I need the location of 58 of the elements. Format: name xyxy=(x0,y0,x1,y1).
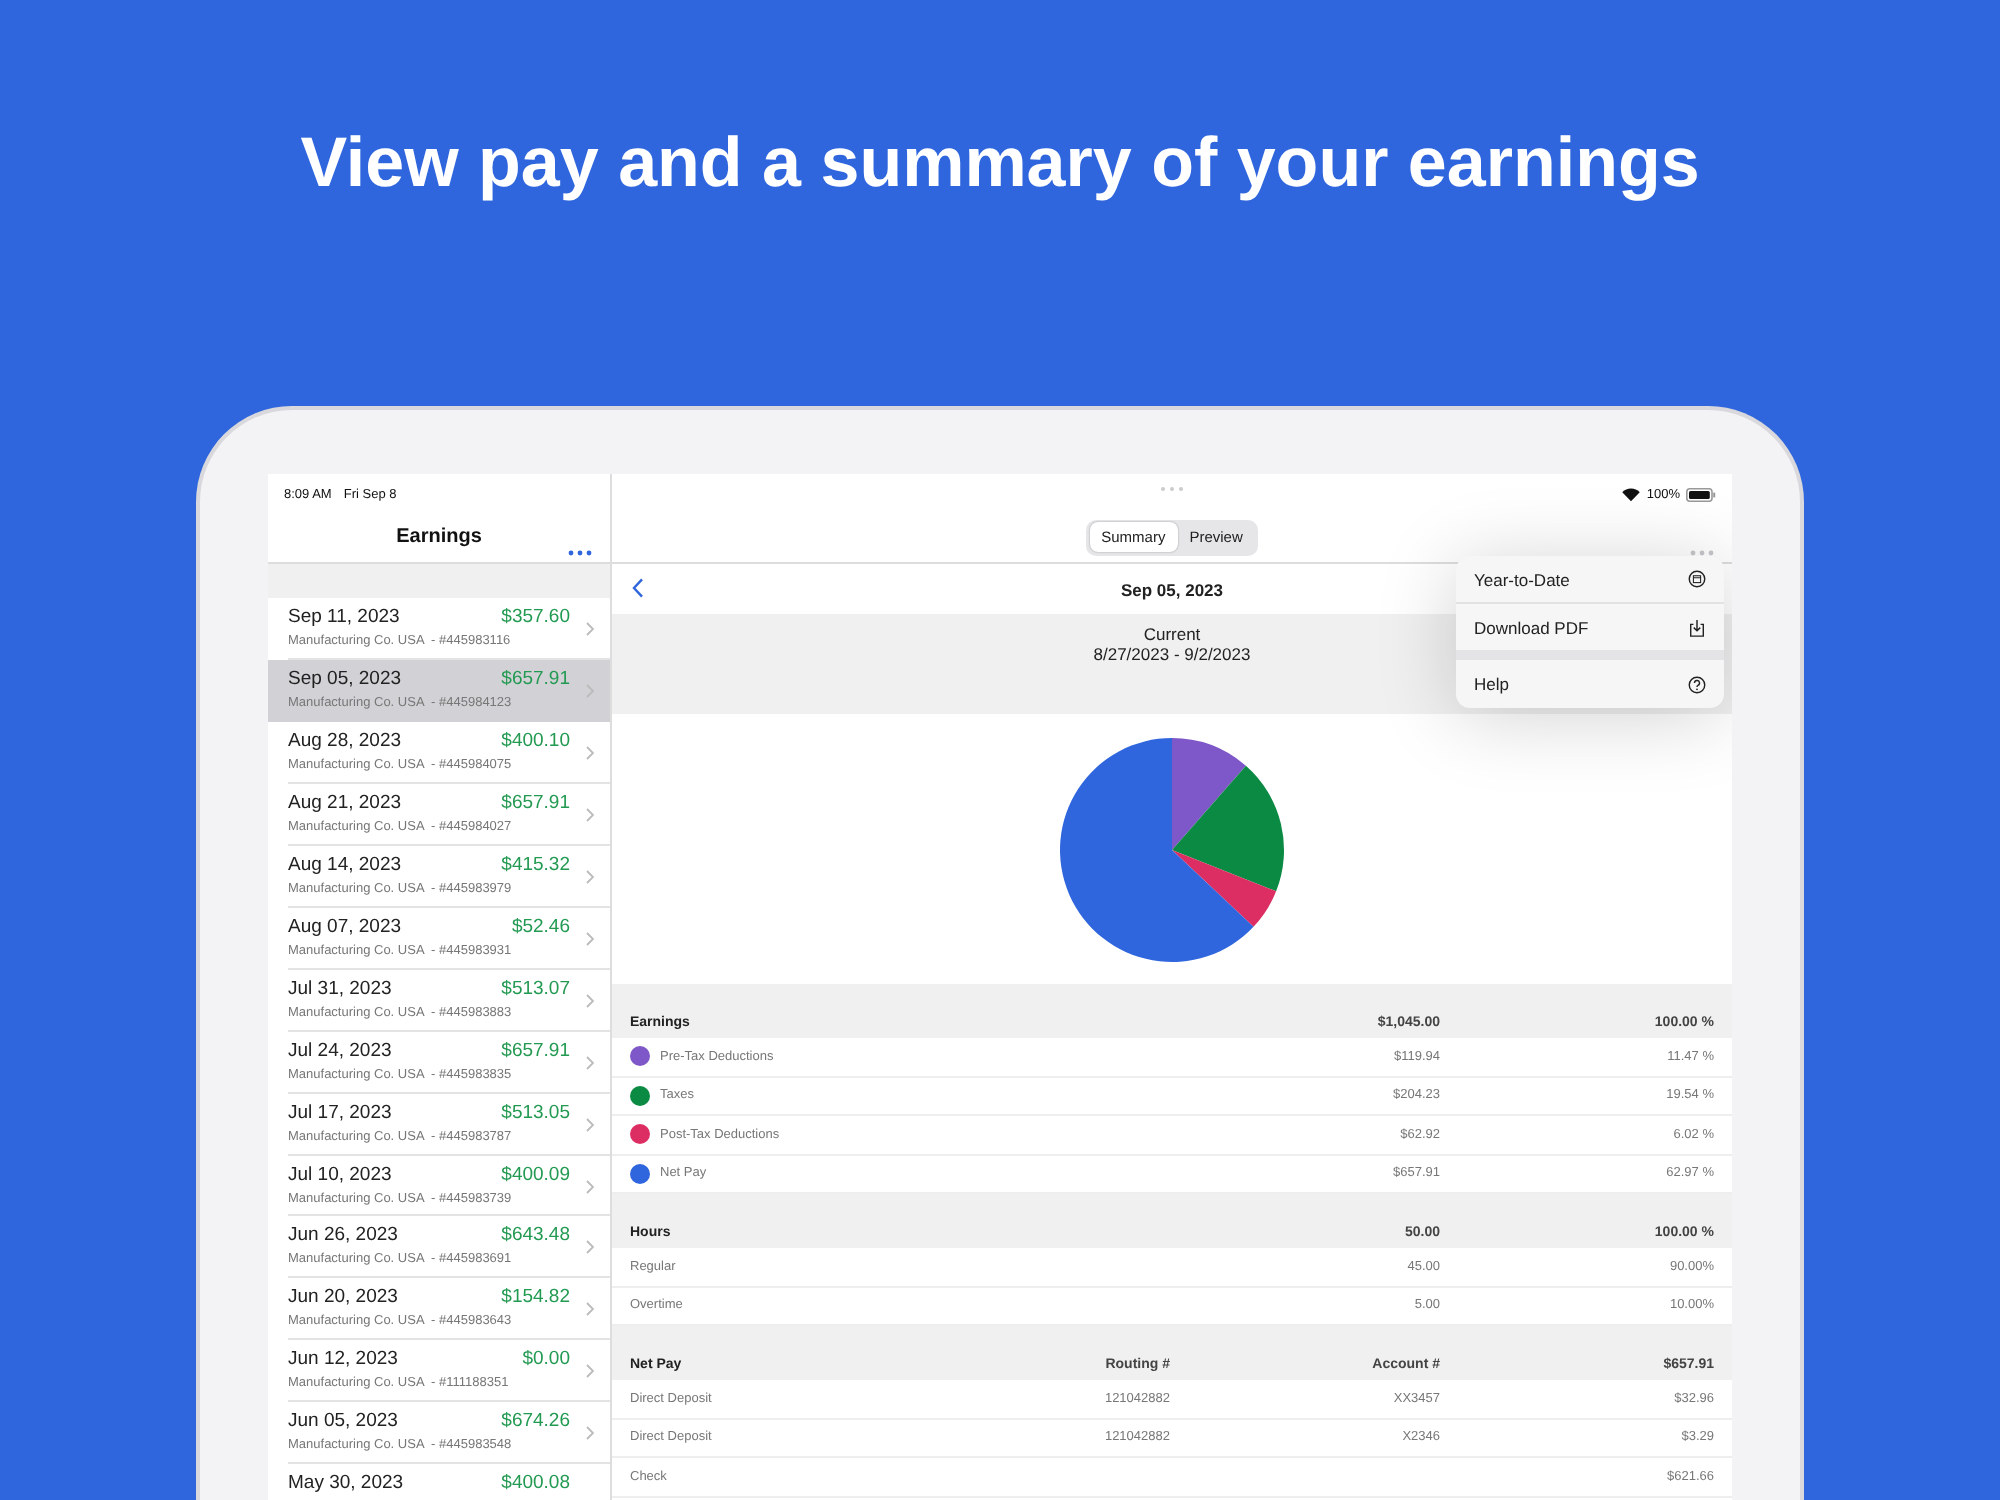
back-icon[interactable] xyxy=(632,578,644,598)
pay-date: Jun 26, 2023 xyxy=(288,1224,398,1247)
pay-amount: $657.91 xyxy=(501,1039,570,1062)
more-icon[interactable] xyxy=(568,549,592,556)
chevron-icon xyxy=(586,870,594,885)
pay-amount: $415.32 xyxy=(501,854,570,877)
chevron-icon xyxy=(586,1302,594,1317)
chevron-icon xyxy=(586,1055,594,1070)
pay-date: Jun 20, 2023 xyxy=(288,1286,398,1309)
chevron-icon xyxy=(586,931,594,946)
chevron-icon xyxy=(586,1240,594,1255)
menu-item[interactable]: Year-to-Date xyxy=(1456,556,1724,604)
pay-amount: $357.60 xyxy=(501,606,570,629)
pay-date: May 30, 2023 xyxy=(288,1472,404,1495)
pay-amount: $52.46 xyxy=(511,915,570,938)
battery-icon xyxy=(1686,488,1716,502)
pay-date: Sep 05, 2023 xyxy=(288,668,402,691)
pay-date: Jun 05, 2023 xyxy=(288,1410,398,1433)
pay-amount: $657.91 xyxy=(501,792,570,815)
pay-amount: $513.07 xyxy=(501,977,570,1000)
pay-date: Jul 10, 2023 xyxy=(288,1163,392,1186)
pay-amount: $657.91 xyxy=(501,668,570,691)
sidebar-title: Earnings xyxy=(396,525,482,548)
period-range: 8/27/2023 - 9/2/2023 xyxy=(1093,644,1251,664)
help-icon xyxy=(1688,675,1706,693)
pay-date: Jul 24, 2023 xyxy=(288,1039,392,1062)
pay-date: Jun 12, 2023 xyxy=(288,1348,398,1371)
pay-amount: $0.00 xyxy=(522,1348,570,1371)
chevron-icon xyxy=(586,622,594,637)
pay-date: Sep 11, 2023 xyxy=(288,606,400,629)
headline: View pay and a summary of your earnings xyxy=(300,123,1700,203)
chevron-icon xyxy=(586,808,594,823)
chevron-icon xyxy=(586,1426,594,1441)
pay-amount: $643.48 xyxy=(501,1224,570,1247)
pay-amount: $513.05 xyxy=(501,1101,570,1124)
pay-date: Jul 31, 2023 xyxy=(288,977,392,1000)
pay-date-title: Sep 05, 2023 xyxy=(1120,579,1224,599)
pay-date: Aug 21, 2023 xyxy=(288,792,402,815)
menu-item[interactable]: Download PDF xyxy=(1456,604,1724,660)
pay-date: Aug 28, 2023 xyxy=(288,730,402,753)
pay-date: Jul 17, 2023 xyxy=(288,1101,392,1124)
chevron-icon xyxy=(586,1117,594,1132)
pay-amount: $674.26 xyxy=(501,1410,570,1433)
chevron-icon xyxy=(586,1364,594,1379)
chevron-icon xyxy=(586,746,594,761)
chevron-icon xyxy=(586,1179,594,1194)
pay-amount: $154.82 xyxy=(501,1286,570,1309)
wifi-icon xyxy=(1622,488,1641,502)
period-label: Current xyxy=(1143,624,1201,644)
download-icon xyxy=(1688,617,1706,637)
pay-amount: $400.10 xyxy=(501,730,570,753)
menu-item[interactable]: Help xyxy=(1456,660,1724,708)
pay-amount: $400.08 xyxy=(501,1472,570,1495)
pay-date: Aug 07, 2023 xyxy=(288,915,402,938)
calendar-icon xyxy=(1688,570,1706,588)
chevron-icon xyxy=(586,993,594,1008)
pay-date: Aug 14, 2023 xyxy=(288,854,402,877)
pay-amount: $400.09 xyxy=(501,1163,570,1186)
